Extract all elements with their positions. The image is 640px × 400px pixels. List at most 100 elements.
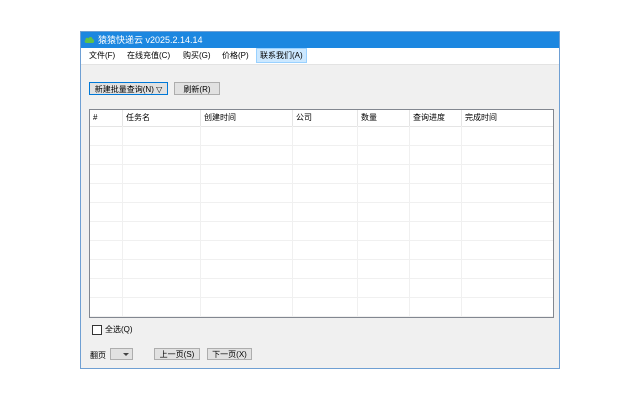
table-cell <box>462 240 553 259</box>
prev-page-button[interactable]: 上一页(S) <box>154 348 200 360</box>
table-cell <box>293 145 358 164</box>
table-cell <box>123 297 201 316</box>
table-cell <box>410 145 462 164</box>
table-header: # 任务名 创建时间 公司 数量 查询进度 完成时间 五 <box>90 110 553 127</box>
menu-contact-us[interactable]: 联系我们(A) <box>256 48 307 63</box>
table-cell <box>293 240 358 259</box>
table-cell <box>358 164 410 183</box>
column-header-progress[interactable]: 查询进度 <box>410 110 462 126</box>
table-cell <box>293 164 358 183</box>
table-cell <box>201 297 293 316</box>
select-all-label: 全选(Q) <box>105 325 133 334</box>
task-table[interactable]: # 任务名 创建时间 公司 数量 查询进度 完成时间 五 <box>89 109 554 318</box>
table-cell <box>201 183 293 202</box>
table-cell <box>293 278 358 297</box>
table-cell <box>123 240 201 259</box>
refresh-button[interactable]: 刷新(R) <box>174 82 220 95</box>
table-cell <box>462 145 553 164</box>
table-cell <box>462 202 553 221</box>
table-cell <box>123 202 201 221</box>
table-row <box>90 278 553 298</box>
table-cell <box>410 240 462 259</box>
table-cell <box>201 202 293 221</box>
column-header-company[interactable]: 公司 <box>293 110 358 126</box>
menu-recharge[interactable]: 在线充值(C) <box>124 49 173 62</box>
table-cell <box>123 278 201 297</box>
table-row <box>90 259 553 279</box>
table-cell <box>201 278 293 297</box>
table-cell <box>410 297 462 316</box>
table-row <box>90 164 553 184</box>
table-cell <box>410 183 462 202</box>
chevron-down-icon <box>123 353 129 356</box>
table-cell <box>201 259 293 278</box>
table-cell <box>462 221 553 240</box>
table-cell <box>358 145 410 164</box>
table-cell <box>90 278 123 297</box>
table-cell <box>90 259 123 278</box>
table-cell <box>201 221 293 240</box>
table-cell <box>123 164 201 183</box>
menu-purchase[interactable]: 购买(G) <box>180 49 214 62</box>
table-cell <box>462 278 553 297</box>
table-cell <box>462 183 553 202</box>
table-cell <box>293 183 358 202</box>
new-batch-query-button[interactable]: 新建批量查询(N) ▽ <box>89 82 168 95</box>
menu-bar: 文件(F) 在线充值(C) 购买(G) 价格(P) 联系我们(A) <box>81 48 559 65</box>
table-cell <box>293 259 358 278</box>
column-header-created-time[interactable]: 创建时间 <box>201 110 293 126</box>
table-cell <box>462 164 553 183</box>
table-cell <box>358 221 410 240</box>
table-row <box>90 145 553 165</box>
table-cell <box>358 259 410 278</box>
table-cell <box>462 126 553 145</box>
table-cell <box>90 164 123 183</box>
select-all-checkbox[interactable]: 全选(Q) <box>92 324 133 336</box>
title-bar[interactable]: 猿猿快递云 v2025.2.14.14 <box>81 32 559 48</box>
next-page-button[interactable]: 下一页(X) <box>207 348 252 360</box>
table-row <box>90 126 553 146</box>
table-cell <box>358 183 410 202</box>
column-header-quantity[interactable]: 数量 <box>358 110 410 126</box>
table-cell <box>293 221 358 240</box>
table-row <box>90 183 553 203</box>
table-cell <box>410 221 462 240</box>
table-cell <box>410 202 462 221</box>
table-cell <box>90 297 123 316</box>
table-cell <box>90 145 123 164</box>
page-label: 翻页 <box>90 351 106 360</box>
app-window: 猿猿快递云 v2025.2.14.14 文件(F) 在线充值(C) 购买(G) … <box>80 31 560 369</box>
table-cell <box>90 202 123 221</box>
table-cell <box>90 183 123 202</box>
table-cell <box>201 126 293 145</box>
table-cell <box>201 145 293 164</box>
cloud-icon <box>84 37 95 43</box>
table-cell <box>201 240 293 259</box>
table-cell <box>123 259 201 278</box>
table-cell <box>201 164 293 183</box>
table-cell <box>293 126 358 145</box>
checkbox-box[interactable] <box>92 324 102 335</box>
table-cell <box>123 221 201 240</box>
table-cell <box>410 164 462 183</box>
column-header-completed-time[interactable]: 完成时间 <box>462 110 553 126</box>
table-cell <box>123 145 201 164</box>
menu-file[interactable]: 文件(F) <box>86 49 118 62</box>
table-cell <box>123 183 201 202</box>
page-select[interactable] <box>110 348 133 360</box>
table-cell <box>410 278 462 297</box>
table-cell <box>410 259 462 278</box>
table-cell <box>462 259 553 278</box>
table-cell <box>90 240 123 259</box>
menu-price[interactable]: 价格(P) <box>219 49 252 62</box>
table-cell <box>358 278 410 297</box>
column-header-task-name[interactable]: 任务名 <box>123 110 201 126</box>
table-row <box>90 240 553 260</box>
window-title: 猿猿快递云 v2025.2.14.14 <box>98 35 203 45</box>
table-cell <box>462 297 553 316</box>
column-header-index[interactable]: # <box>90 110 123 126</box>
table-cell <box>90 126 123 145</box>
table-row <box>90 221 553 241</box>
table-row <box>90 202 553 222</box>
table-row <box>90 297 553 317</box>
